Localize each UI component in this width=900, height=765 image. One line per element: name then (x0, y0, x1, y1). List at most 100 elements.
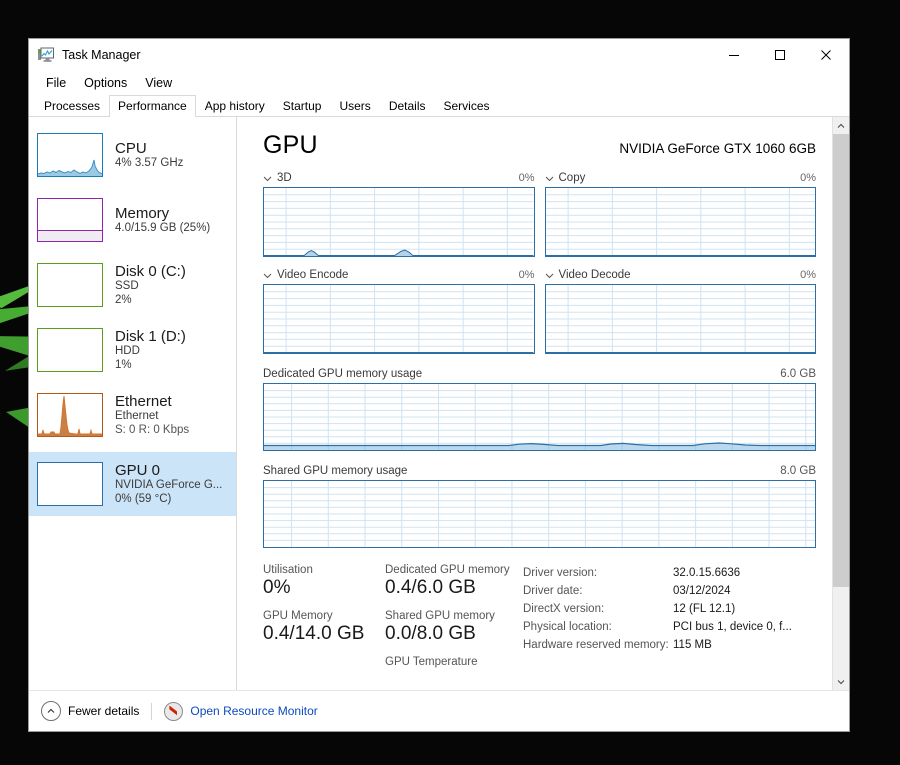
engine-3d-graph (263, 187, 535, 257)
sidebar-label-disk1: Disk 1 (D:) (115, 328, 186, 346)
chevron-up-icon (41, 701, 61, 721)
dedicated-gpu-memory-value: 0.4/6.0 GB (385, 577, 476, 598)
sidebar-label-disk0: Disk 0 (C:) (115, 263, 186, 281)
sidebar-item-memory[interactable]: Memory 4.0/15.9 GB (25%) (29, 192, 236, 248)
gpu-header: GPU NVIDIA GeForce GTX 1060 6GB (263, 131, 832, 160)
open-resource-monitor-link[interactable]: Open Resource Monitor (164, 701, 318, 721)
engine-copy: Copy 0% (544, 172, 816, 257)
engine-video-encode-percent: 0% (518, 269, 535, 281)
shared-gpu-memory-label: Shared GPU memory (385, 610, 495, 622)
engine-3d: 3D 0% (263, 172, 535, 257)
sidebar-sub-gpu0-model: NVIDIA GeForce G... (115, 479, 223, 492)
menu-options[interactable]: Options (75, 75, 136, 91)
status-bar: Fewer details Open Resource Monitor (29, 690, 849, 731)
disk0-thumbnail-graph (37, 263, 103, 307)
dedicated-memory-section: Dedicated GPU memory usage 6.0 GB (263, 368, 832, 451)
memory-thumbnail-graph (37, 198, 103, 242)
maximize-button[interactable] (757, 40, 803, 71)
chevron-down-icon[interactable] (263, 174, 272, 183)
sidebar-sub-ethernet-rate: S: 0 R: 0 Kbps (115, 423, 190, 436)
gpu0-thumbnail-graph (37, 462, 103, 506)
hardware-reserved-memory-label: Hardware reserved memory: (523, 639, 669, 651)
info-row: Driver date: 03/12/2024 (523, 582, 816, 600)
shared-memory-max: 8.0 GB (780, 465, 816, 477)
driver-date-value: 03/12/2024 (673, 585, 731, 597)
engine-3d-label: 3D (277, 172, 292, 184)
tab-services[interactable]: Services (435, 95, 499, 117)
engine-video-encode-graph (263, 284, 535, 354)
tab-processes[interactable]: Processes (35, 95, 109, 117)
scroll-up-button[interactable] (833, 117, 849, 134)
scroll-down-button[interactable] (833, 673, 849, 690)
sidebar-item-ethernet[interactable]: Ethernet Ethernet S: 0 R: 0 Kbps (29, 387, 236, 443)
sidebar-sub-disk1-pct: 1% (115, 358, 132, 371)
window-title: Task Manager (62, 48, 141, 62)
sidebar-item-gpu0[interactable]: GPU 0 NVIDIA GeForce G... 0% (59 °C) (29, 452, 236, 516)
tab-app-history[interactable]: App history (196, 95, 274, 117)
shared-memory-section: Shared GPU memory usage 8.0 GB (263, 465, 832, 548)
sidebar-sub-ethernet-type: Ethernet (115, 410, 159, 423)
driver-version-label: Driver version: (523, 567, 598, 579)
fewer-details-button[interactable]: Fewer details (41, 701, 139, 721)
info-row: Physical location: PCI bus 1, device 0, … (523, 618, 816, 636)
disk1-thumbnail-graph (37, 328, 103, 372)
tab-performance[interactable]: Performance (109, 95, 196, 117)
engine-copy-label: Copy (558, 172, 586, 184)
sidebar-sub-cpu: 4% 3.57 GHz (115, 156, 184, 169)
menu-view[interactable]: View (136, 75, 181, 91)
utilisation-value: 0% (263, 577, 291, 598)
sidebar-item-disk1[interactable]: Disk 1 (D:) HDD 1% (29, 322, 236, 378)
shared-memory-graph (263, 480, 816, 548)
sidebar-sub-memory: 4.0/15.9 GB (25%) (115, 221, 211, 234)
memory-fill-band (38, 229, 102, 241)
stat-col-mid: Dedicated GPU memory 0.4/6.0 GB Shared G… (385, 564, 523, 668)
stat-col-left: Utilisation 0% GPU Memory 0.4/14.0 GB (263, 564, 385, 668)
gpu-stats: Utilisation 0% GPU Memory 0.4/14.0 GB De… (263, 564, 832, 668)
gpu-memory-label: GPU Memory (263, 610, 333, 622)
sidebar-item-disk0[interactable]: Disk 0 (C:) SSD 2% (29, 257, 236, 313)
menu-file[interactable]: File (37, 75, 75, 91)
footer-divider (151, 702, 153, 720)
fewer-details-label: Fewer details (68, 704, 140, 718)
shared-gpu-memory-value: 0.0/8.0 GB (385, 623, 476, 644)
chevron-down-icon[interactable] (545, 271, 554, 280)
tab-startup[interactable]: Startup (274, 95, 331, 117)
dedicated-gpu-memory-label: Dedicated GPU memory (385, 564, 510, 576)
directx-version-label: DirectX version: (523, 603, 605, 615)
sidebar-label-cpu: CPU (115, 139, 147, 157)
sidebar-sub-disk0-type: SSD (115, 280, 139, 293)
scrollbar-thumb[interactable] (833, 134, 849, 587)
dedicated-memory-max: 6.0 GB (780, 368, 816, 380)
sidebar-label-memory: Memory (115, 204, 170, 222)
driver-version-value: 32.0.15.6636 (673, 567, 741, 579)
sidebar-label-ethernet: Ethernet (115, 393, 172, 411)
sidebar-sub-disk0-pct: 2% (115, 293, 132, 306)
info-row: DirectX version: 12 (FL 12.1) (523, 600, 816, 618)
page-title: GPU (263, 131, 318, 159)
utilisation-label: Utilisation (263, 564, 313, 576)
sidebar-label-gpu0: GPU 0 (115, 462, 161, 480)
engine-video-decode: Video Decode 0% (544, 269, 816, 354)
engine-3d-percent: 0% (518, 172, 535, 184)
driver-date-label: Driver date: (523, 585, 583, 597)
close-button[interactable] (803, 40, 849, 71)
engine-video-decode-label: Video Decode (558, 269, 631, 281)
title-bar[interactable]: Task Manager (29, 39, 849, 71)
gpu-model-name: NVIDIA GeForce GTX 1060 6GB (619, 141, 816, 156)
cpu-thumbnail-graph (37, 133, 103, 177)
tab-details[interactable]: Details (380, 95, 435, 117)
gpu-detail-pane: GPU NVIDIA GeForce GTX 1060 6GB 3D 0% Co… (237, 117, 832, 690)
ethernet-thumbnail-graph (37, 393, 103, 437)
dedicated-memory-graph (263, 383, 816, 451)
tab-users[interactable]: Users (330, 95, 379, 117)
gpu-temperature-label: GPU Temperature (385, 656, 478, 668)
engine-video-encode: Video Encode 0% (263, 269, 535, 354)
chevron-down-icon[interactable] (545, 174, 554, 183)
physical-location-label: Physical location: (523, 621, 612, 633)
dedicated-memory-label: Dedicated GPU memory usage (263, 368, 423, 380)
minimize-button[interactable] (711, 40, 757, 71)
sidebar-item-cpu[interactable]: CPU 4% 3.57 GHz (29, 127, 236, 183)
chevron-down-icon[interactable] (263, 271, 272, 280)
vertical-scrollbar[interactable] (832, 117, 849, 690)
scrollbar-track[interactable] (833, 134, 849, 673)
